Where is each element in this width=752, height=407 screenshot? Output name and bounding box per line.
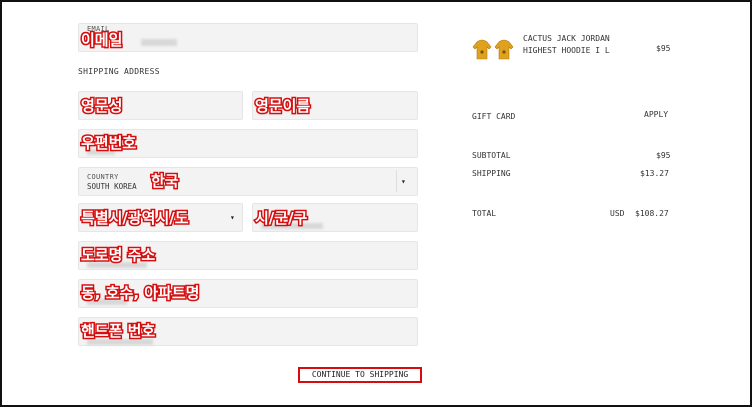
city-field[interactable]: 시/군/구 — [252, 203, 418, 232]
country-annotation: 한국 — [150, 171, 181, 192]
phone-annotation: 핸드폰 번호 — [79, 321, 156, 342]
last-name-field[interactable]: 영문이름 — [252, 91, 418, 120]
last-name-annotation: 영문이름 — [253, 96, 311, 117]
total-value: $108.27 — [635, 209, 669, 218]
country-chevron-down-icon: ▾ — [401, 177, 406, 186]
country-select[interactable]: COUNTRY SOUTH KOREA 한국 ▾ — [78, 167, 418, 196]
postcode-field[interactable]: 우편번호 — [78, 129, 418, 158]
gift-card-label: GIFT CARD — [472, 112, 516, 121]
total-currency: USD — [610, 209, 625, 218]
address-line2-annotation: 동, 호수, 아파트명 — [79, 283, 200, 304]
phone-field[interactable]: 핸드폰 번호 — [78, 317, 418, 346]
address-line2-field[interactable]: 동, 호수, 아파트명 — [78, 279, 418, 308]
address-line1-field[interactable]: 도로명 주소 — [78, 241, 418, 270]
email-annotation: 이메일 — [79, 30, 123, 51]
province-select[interactable]: 특별시/광역시/도 ▾ — [78, 203, 243, 232]
subtotal-label: SUBTOTAL — [472, 151, 511, 160]
continue-to-shipping-button[interactable]: CONTINUE TO SHIPPING — [298, 367, 422, 383]
address-line1-annotation: 도로명 주소 — [79, 245, 156, 266]
email-field[interactable]: EMAIL 이메일 — [78, 23, 418, 52]
hoodie-icon — [472, 39, 514, 60]
shipping-address-heading: SHIPPING ADDRESS — [78, 67, 160, 76]
country-divider — [396, 170, 397, 192]
first-name-annotation: 영문성 — [79, 96, 123, 117]
shipping-label: SHIPPING — [472, 169, 511, 178]
province-chevron-down-icon: ▾ — [230, 213, 235, 222]
shipping-value: $13.27 — [640, 169, 669, 178]
subtotal-value: $95 — [656, 151, 671, 160]
first-name-field[interactable]: 영문성 — [78, 91, 243, 120]
gift-card-apply-button[interactable]: APPLY — [644, 110, 668, 119]
total-label: TOTAL — [472, 209, 497, 218]
email-value-redacted — [141, 39, 177, 46]
product-name: CACTUS JACK JORDAN HIGHEST HOODIE I L — [523, 34, 610, 55]
city-annotation: 시/군/구 — [253, 208, 308, 229]
product-price: $95 — [656, 44, 671, 53]
postcode-annotation: 우편번호 — [79, 133, 137, 154]
country-label: COUNTRY — [87, 173, 119, 181]
province-annotation: 특별시/광역시/도 — [80, 208, 191, 229]
product-thumbnail — [472, 38, 514, 62]
country-value: SOUTH KOREA — [87, 182, 137, 191]
